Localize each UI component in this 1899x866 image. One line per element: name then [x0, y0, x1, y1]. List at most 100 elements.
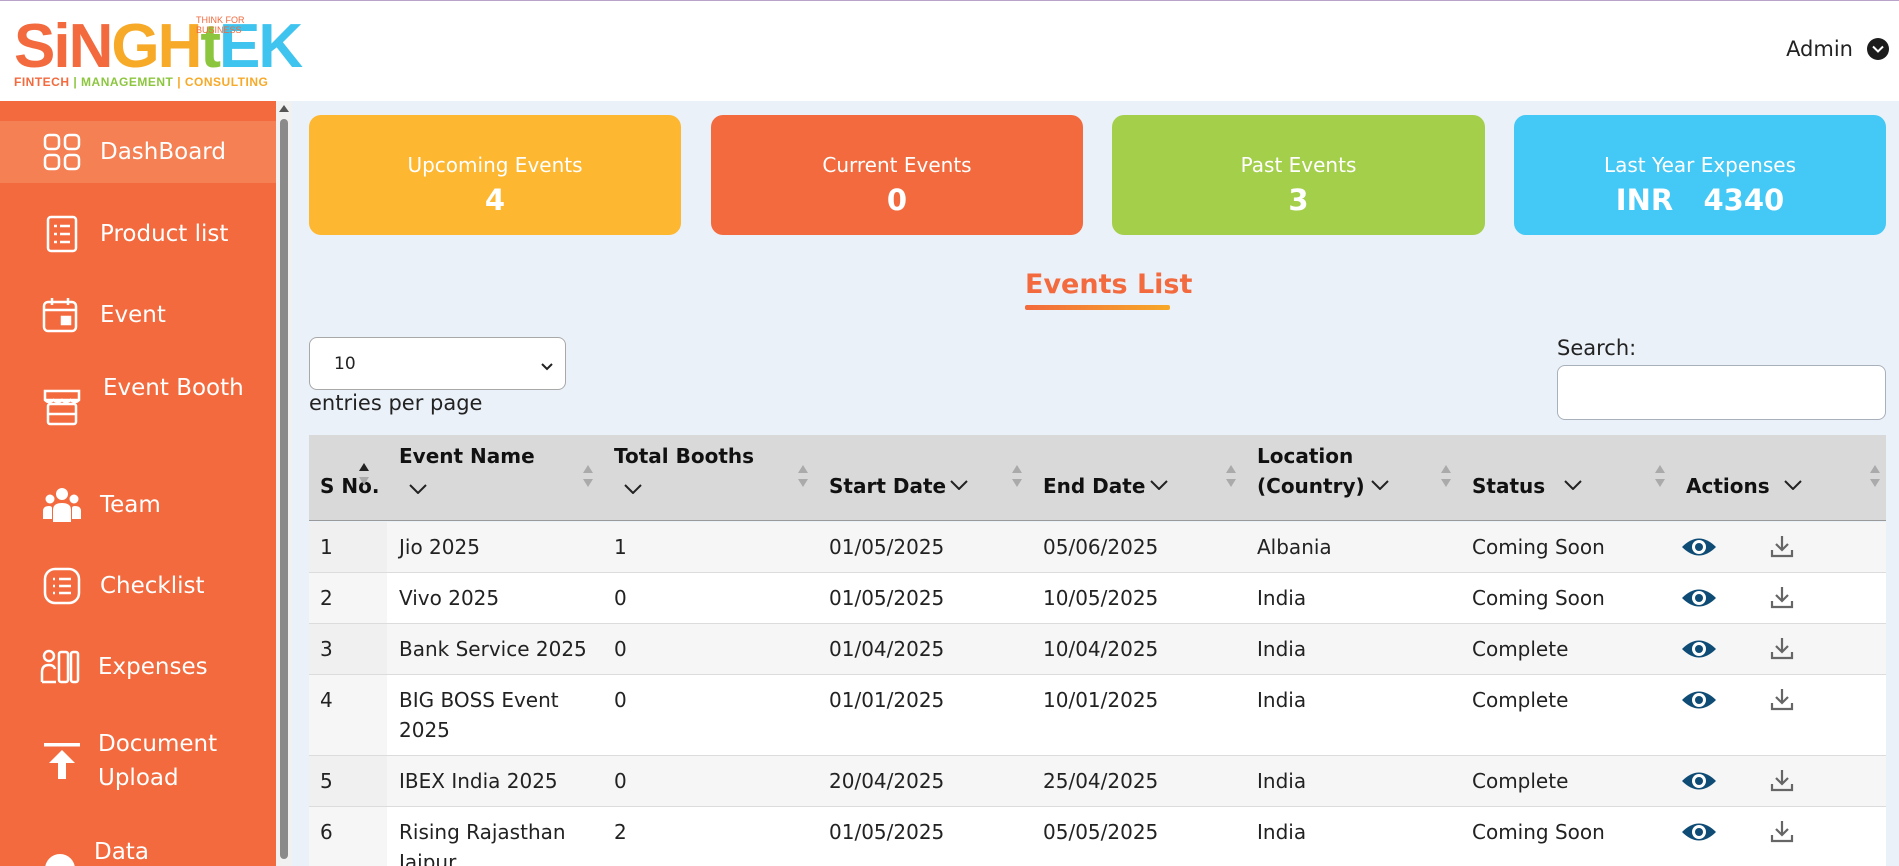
cell-total-booths: 0 [614, 637, 627, 661]
cell-status: Complete [1472, 688, 1569, 712]
logo-subtitle: FINTECH | MANAGEMENT | CONSULTING [14, 75, 269, 89]
table-row[interactable]: 1 Jio 2025 1 01/05/2025 05/06/2025 Alban… [309, 522, 1886, 573]
view-eye-icon[interactable] [1681, 636, 1717, 662]
chevron-down-icon [541, 356, 553, 376]
events-list-title: Events List [1025, 269, 1193, 300]
view-eye-icon[interactable] [1681, 534, 1717, 560]
sidebar-item-team[interactable]: Team [0, 474, 276, 536]
table-row[interactable]: 2 Vivo 2025 0 01/05/2025 10/05/2025 Indi… [309, 573, 1886, 624]
cell-sno: 6 [320, 820, 333, 844]
chevron-down-icon [1784, 480, 1802, 490]
card-last-year-expenses[interactable]: Last Year Expenses INR 4340 [1514, 115, 1886, 235]
table-row[interactable]: 6 Rising Rajasthan Jaipur 2 01/05/2025 0… [309, 807, 1886, 866]
col-header-event-name[interactable]: Event Name [387, 435, 602, 521]
table-row[interactable]: 5 IBEX India 2025 0 20/04/2025 25/04/202… [309, 756, 1886, 807]
entries-per-page-select[interactable]: 10 [309, 337, 566, 390]
chevron-down-icon [1564, 480, 1582, 490]
sidebar-item-expenses[interactable]: Expenses [0, 636, 276, 698]
cell-location: India [1257, 586, 1307, 610]
cell-start-date: 01/05/2025 [829, 535, 945, 559]
col-header-actions[interactable]: Actions [1674, 435, 1886, 521]
card-past-events[interactable]: Past Events 3 [1112, 115, 1485, 235]
table-row[interactable]: 3 Bank Service 2025 0 01/04/2025 10/04/2… [309, 624, 1886, 675]
table-row[interactable]: 4 BIG BOSS Event 2025 0 01/01/2025 10/01… [309, 675, 1886, 756]
sidebar-item-document-upload[interactable]: Document Upload [0, 721, 276, 805]
cell-sno: 2 [320, 586, 333, 610]
sidebar-item-dashboard[interactable]: DashBoard [0, 121, 276, 183]
search-input[interactable] [1557, 365, 1886, 420]
sidebar-item-checklist[interactable]: Checklist [0, 555, 276, 617]
view-eye-icon[interactable] [1681, 768, 1717, 794]
cell-event-name: Jio 2025 [399, 535, 480, 559]
view-eye-icon[interactable] [1681, 819, 1717, 845]
cell-location: India [1257, 688, 1307, 712]
cell-event-name: IBEX India 2025 [399, 769, 558, 793]
sidebar-item-product-list[interactable]: Product list [0, 203, 276, 265]
logo-tagline: THINK FOR BUSINESS [196, 15, 245, 35]
cell-status: Coming Soon [1472, 586, 1605, 610]
cell-sno: 4 [320, 688, 333, 712]
chevron-down-icon [950, 480, 968, 490]
cell-end-date: 10/01/2025 [1043, 688, 1159, 712]
view-eye-icon[interactable] [1681, 585, 1717, 611]
download-icon[interactable] [1769, 686, 1795, 712]
scroll-up-arrow-icon[interactable] [279, 105, 289, 112]
col-header-status[interactable]: Status [1460, 435, 1674, 521]
sort-asc-icon [359, 463, 369, 485]
cell-end-date: 10/05/2025 [1043, 586, 1159, 610]
cell-total-booths: 1 [614, 535, 627, 559]
sidebar-item-data[interactable]: Data [0, 829, 276, 866]
cell-event-name-line2: 2025 [399, 718, 450, 742]
entries-value: 10 [334, 353, 356, 374]
chevron-down-icon[interactable] [1867, 38, 1889, 60]
booth-store-icon [42, 387, 82, 427]
cell-location: India [1257, 820, 1307, 844]
cell-location: India [1257, 637, 1307, 661]
download-icon[interactable] [1769, 533, 1795, 559]
sidebar-item-label: Product list [100, 221, 229, 247]
scrollbar-thumb[interactable] [280, 119, 288, 859]
card-title: Last Year Expenses [1603, 153, 1796, 177]
col-header-location[interactable]: Location (Country) [1245, 435, 1460, 521]
cell-end-date: 10/04/2025 [1043, 637, 1159, 661]
col-header-end-date[interactable]: End Date [1031, 435, 1245, 521]
sidebar-item-event[interactable]: Event [0, 284, 276, 346]
view-eye-icon[interactable] [1681, 687, 1717, 713]
sidebar-item-label: Expenses [98, 654, 208, 680]
sidebar-item-label: Checklist [100, 573, 205, 599]
cell-total-booths: 2 [614, 820, 627, 844]
cell-sno: 1 [320, 535, 333, 559]
cell-total-booths: 0 [614, 586, 627, 610]
download-icon[interactable] [1769, 767, 1795, 793]
sidebar-item-label: Event [100, 302, 166, 328]
upload-icon [42, 741, 82, 781]
cell-status: Coming Soon [1472, 535, 1605, 559]
download-icon[interactable] [1769, 635, 1795, 661]
card-value: 4 [484, 183, 506, 217]
singhtek-logo[interactable]: SiNGHtEK THINK FOR BUSINESS FINTECH | MA… [10, 13, 303, 91]
sidebar-scrollbar[interactable] [276, 101, 292, 866]
sort-icon [1870, 465, 1880, 487]
sidebar-item-label: Data [94, 839, 149, 865]
cell-event-name: Rising Rajasthan [399, 820, 566, 844]
cell-end-date: 25/04/2025 [1043, 769, 1159, 793]
col-header-start-date[interactable]: Start Date [817, 435, 1031, 521]
col-header-total-booths[interactable]: Total Booths [602, 435, 817, 521]
download-icon[interactable] [1769, 818, 1795, 844]
sort-icon [798, 465, 808, 487]
chevron-down-icon [624, 484, 642, 494]
table-header: S No. Event Name Total Booths Start Date… [309, 435, 1886, 521]
data-icon [40, 849, 80, 866]
card-current-events[interactable]: Current Events 0 [711, 115, 1083, 235]
col-header-sno[interactable]: S No. [309, 435, 387, 521]
download-icon[interactable] [1769, 584, 1795, 610]
user-menu[interactable]: Admin [1786, 37, 1889, 61]
sort-icon [1441, 465, 1451, 487]
cell-start-date: 01/01/2025 [829, 688, 945, 712]
cell-total-booths: 0 [614, 688, 627, 712]
checklist-icon [42, 566, 82, 606]
sidebar-item-event-booth[interactable]: Event Booth [0, 365, 276, 449]
card-upcoming-events[interactable]: Upcoming Events 4 [309, 115, 681, 235]
cell-start-date: 01/04/2025 [829, 637, 945, 661]
card-value: 0 [886, 183, 908, 217]
